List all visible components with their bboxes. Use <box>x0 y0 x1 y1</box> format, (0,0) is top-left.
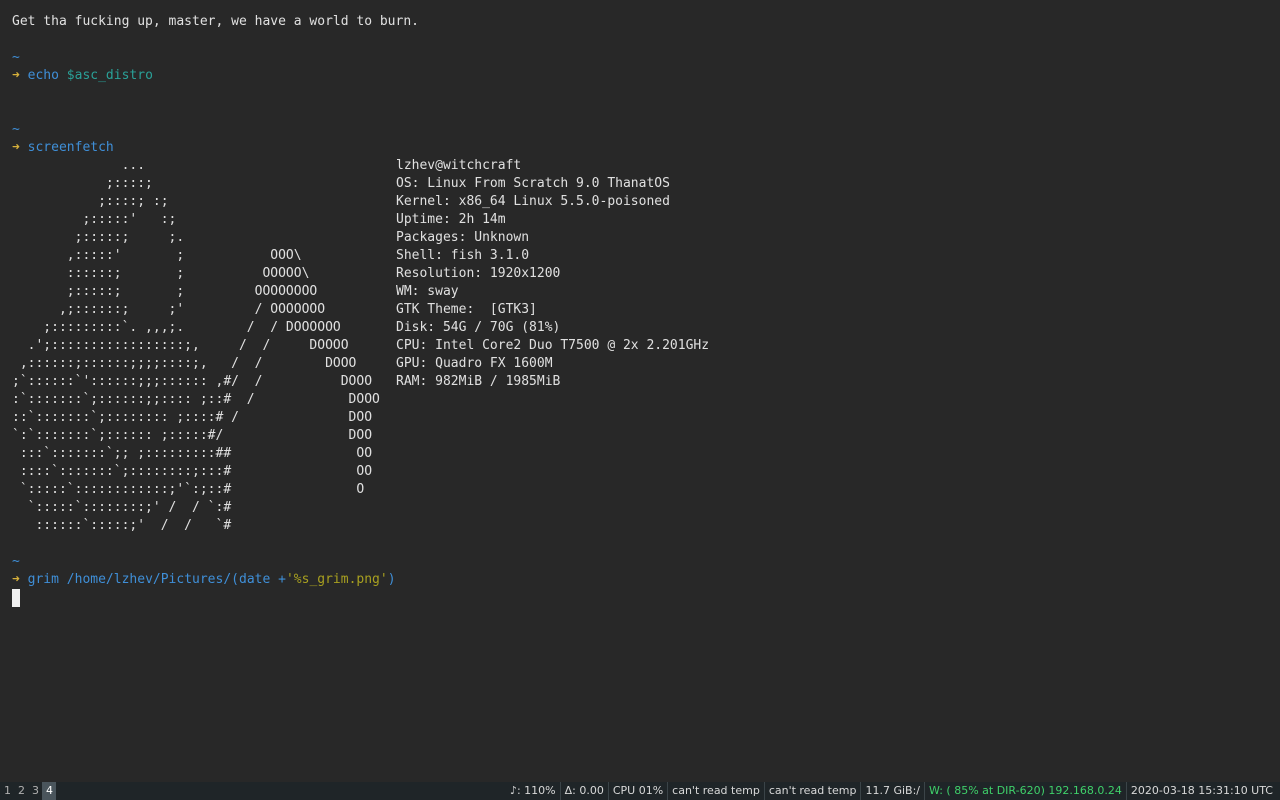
system-info-item: Packages: Unknown <box>396 230 530 245</box>
user-host: lzhev@witchcraft <box>396 158 522 173</box>
clock: 2020-03-18 15:31:10 UTC <box>1125 782 1277 800</box>
ascii-logo-row: `:::::`::::::::::::;'`:;::# O <box>12 482 365 497</box>
temperature-status: can't read temp <box>763 782 861 800</box>
system-info-item: Uptime: 2h 14m <box>396 212 506 227</box>
command-line-screenfetch: ➜ screenfetch <box>12 139 114 157</box>
ascii-logo-row: `:::::`::::::::;' / / `:# <box>12 500 232 515</box>
workspace-list: 1234 <box>0 782 56 800</box>
terminal-window[interactable]: Get tha fucking up, master, we have a wo… <box>0 0 1280 782</box>
volume-status[interactable]: ♪: 110% <box>506 782 560 800</box>
command-line-grim: ➜ grim /home/lzhev/Pictures/(date +'%s_g… <box>12 571 396 589</box>
ascii-logo-row: ;:::::::::`. ,,,;. / / DOOOOOO <box>12 320 341 335</box>
system-info-item: GTK Theme: [GTK3] <box>396 302 537 317</box>
system-info-item: Resolution: 1920x1200 <box>396 266 561 281</box>
command-name: screenfetch <box>27 140 114 155</box>
greeting-line: Get tha fucking up, master, we have a wo… <box>12 14 419 29</box>
temperature-status: can't read temp <box>667 782 764 800</box>
command-line-echo: ➜ echo $asc_distro <box>12 67 153 85</box>
system-info-item: OS: Linux From Scratch 9.0 ThanatOS <box>396 176 670 191</box>
prompt-cwd: ~ <box>12 554 20 569</box>
command-name: echo <box>27 68 59 83</box>
system-info-item: GPU: Quadro FX 1600M <box>396 356 553 371</box>
format-string: '%s_grim.png' <box>285 572 388 587</box>
status-bar: 1234 ♪: 110% Δ: 0.00 CPU 01% can't read … <box>0 782 1280 800</box>
prompt-cwd: ~ <box>12 50 20 65</box>
ascii-logo-row: ,:::::' ; OOO\ <box>12 248 302 263</box>
ascii-logo-row: ;:::::' :; <box>12 212 177 227</box>
ascii-logo-row: ;::::; :; <box>12 194 169 209</box>
ascii-logo-row: ,::::::;::::::;;;;::::;, / / DOOO <box>12 356 357 371</box>
system-info-list: lzhev@witchcraft OS: Linux From Scratch 9… <box>396 157 709 391</box>
subshell-close: ) <box>387 572 396 587</box>
ascii-logo-row: :`:::::::`;::::::;;:::: ;::# / DOOO <box>12 392 380 407</box>
system-info-item: WM: sway <box>396 284 459 299</box>
text-cursor <box>12 589 20 607</box>
cpu-status: CPU 01% <box>607 782 667 800</box>
workspace-button-3[interactable]: 3 <box>28 782 42 800</box>
disk-status: 11.7 GiB:/ <box>860 782 924 800</box>
subshell-open: ( <box>231 572 239 587</box>
ascii-logo-row: ::::`:::::::`;::::::::;:::# OO <box>12 464 373 479</box>
system-info-item: Kernel: x86_64 Linux 5.5.0-poisoned <box>396 194 670 209</box>
ascii-logo-row: ;:::::; ; OOOOOOOO <box>12 284 318 299</box>
command-path: /home/lzhev/Pictures/ <box>66 572 232 587</box>
system-info-item: RAM: 982MiB / 1985MiB <box>396 374 561 389</box>
command-name: grim <box>27 572 59 587</box>
status-blocks: ♪: 110% Δ: 0.00 CPU 01% can't read temp … <box>506 782 1280 800</box>
command-argument: $asc_distro <box>66 68 153 83</box>
workspace-button-2[interactable]: 2 <box>14 782 28 800</box>
ascii-logo-row: ::`:::::::`;:::::::: ;::::# / DOO <box>12 410 373 425</box>
ascii-logo-row: ;::::; <box>12 176 153 191</box>
ascii-logo-row: ,;::::::; ;' / OOOOOOO <box>12 302 326 317</box>
load-status: Δ: 0.00 <box>559 782 608 800</box>
ascii-logo-row: ;`::::::`'::::::;;;:::::: ,#/ / DOOO <box>12 374 373 389</box>
workspace-button-1[interactable]: 1 <box>0 782 14 800</box>
ascii-logo-row: ::::::; ; OOOOO\ <box>12 266 310 281</box>
system-info-item: CPU: Intel Core2 Duo T7500 @ 2x 2.201GHz <box>396 338 710 353</box>
ascii-logo-row: ... <box>12 158 146 173</box>
ascii-logo-row: ::::::`:::::;' / / `# <box>12 518 232 533</box>
prompt-arrow-icon: ➜ <box>12 572 20 587</box>
workspace-button-4[interactable]: 4 <box>42 782 56 800</box>
ascii-logo-row: :::`:::::::`;; ;:::::::::## OO <box>12 446 373 461</box>
ascii-logo-row: `:`:::::::`;:::::: ;:::::#/ DOO <box>12 428 373 443</box>
ascii-logo: ... ;::::; ;::::; :; ;:::::' :; ;:::::; … <box>12 157 380 535</box>
ascii-logo-row: ;:::::; ;. <box>12 230 185 245</box>
ascii-logo-row: .';:::::::::::::::::;, / / DOOOO <box>12 338 349 353</box>
plus-sign: + <box>278 572 286 587</box>
system-info-item: Shell: fish 3.1.0 <box>396 248 530 263</box>
system-info-item: Disk: 54G / 70G (81%) <box>396 320 561 335</box>
wifi-status[interactable]: W: ( 85% at DIR-620) 192.168.0.24 <box>923 782 1126 800</box>
prompt-arrow-icon: ➜ <box>12 140 20 155</box>
subcommand-name: date <box>239 572 271 587</box>
prompt-arrow-icon: ➜ <box>12 68 20 83</box>
prompt-cwd: ~ <box>12 122 20 137</box>
